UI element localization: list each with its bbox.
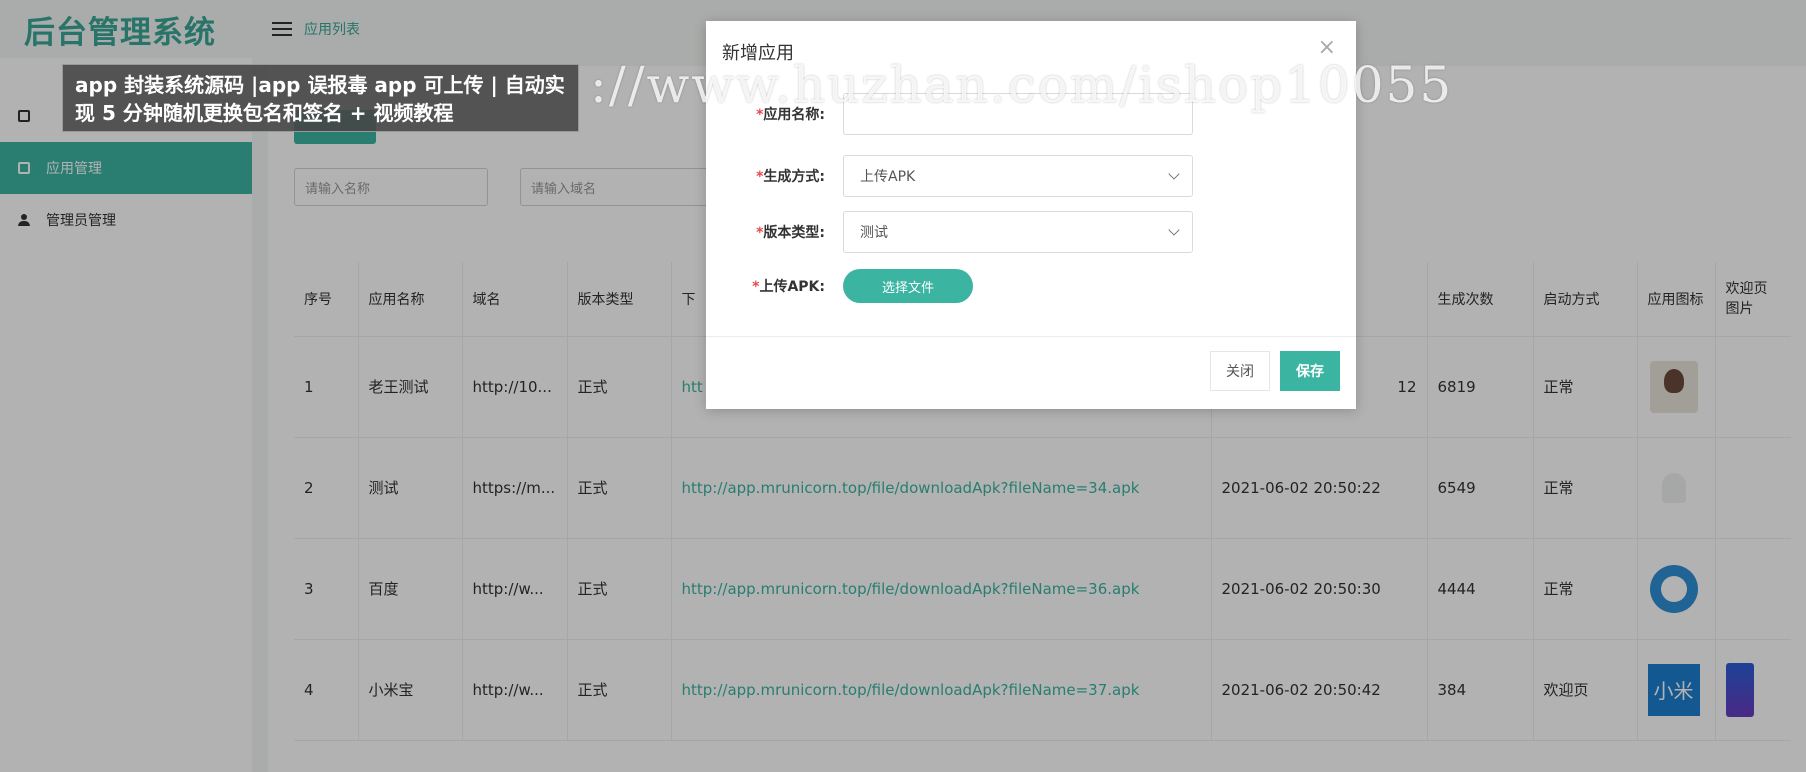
version-value: 测试 [860, 225, 888, 241]
modal-footer: 关闭 保存 [706, 336, 1356, 409]
watermark-caption: app 封装系统源码 |app 误报毒 app 可上传 | 自动实现 5 分钟随… [62, 64, 579, 132]
gen-mode-select[interactable]: 上传APK [843, 155, 1193, 197]
upload-label: *上传APK: [752, 279, 825, 295]
watermark-url: ://www.huzhan.com/ishop10055 [590, 56, 1454, 114]
version-select[interactable]: 测试 [843, 211, 1193, 253]
save-button[interactable]: 保存 [1280, 351, 1340, 391]
gen-mode-label: *生成方式: [756, 169, 825, 185]
choose-file-button[interactable]: 选择文件 [843, 269, 973, 303]
chevron-down-icon [1168, 168, 1180, 180]
chevron-down-icon [1168, 224, 1180, 236]
gen-mode-value: 上传APK [860, 169, 916, 185]
form-row-gen-mode: *生成方式: 上传APK [706, 155, 1356, 197]
version-label: *版本类型: [756, 225, 825, 241]
form-row-upload: *上传APK: 选择文件 [706, 265, 1356, 307]
form-row-version: *版本类型: 测试 [706, 211, 1356, 253]
close-button[interactable]: 关闭 [1210, 351, 1270, 391]
